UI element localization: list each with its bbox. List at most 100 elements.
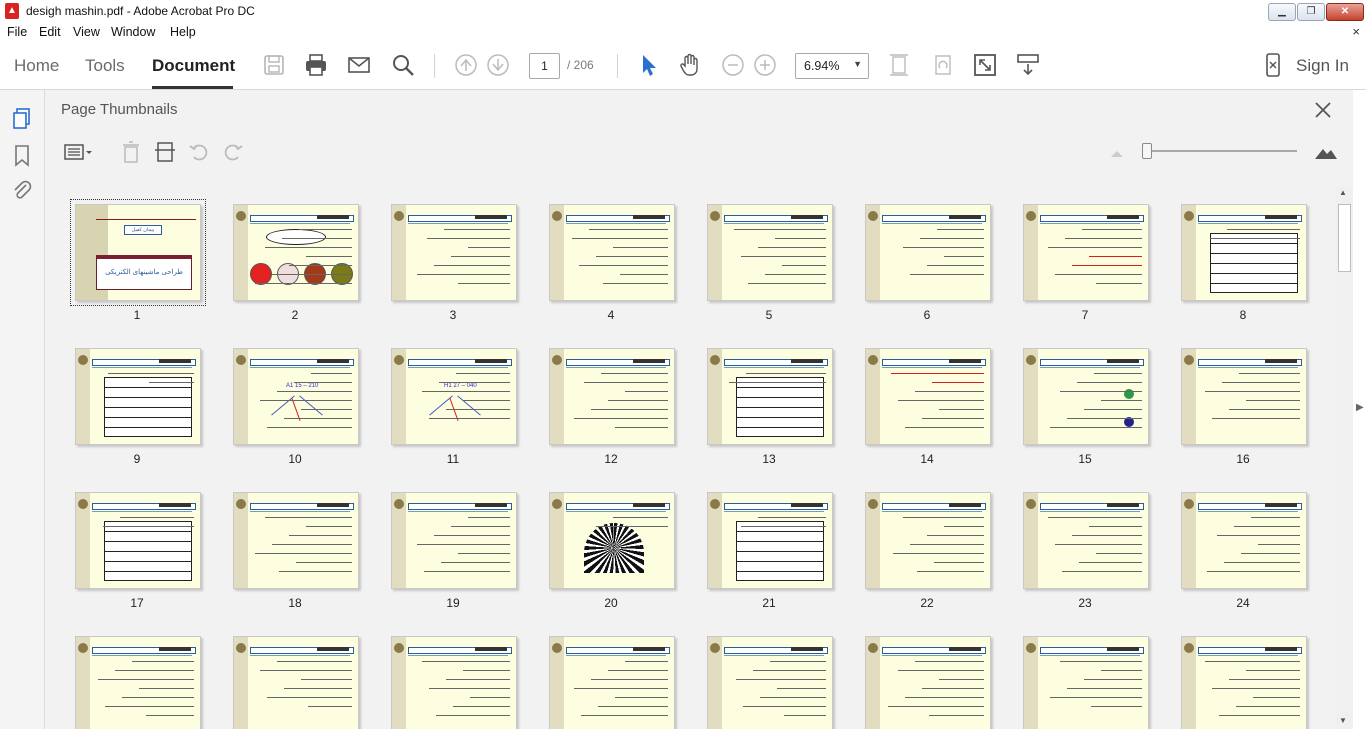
page-number-label: 13 (762, 452, 776, 466)
menu-window[interactable]: Window (111, 25, 155, 39)
text-line (1222, 382, 1300, 383)
attachments-icon[interactable] (10, 178, 34, 202)
search-icon[interactable] (390, 52, 416, 78)
page-thumbnail[interactable]: پيمان کفيل طراحی ماشینهای الکتریکی (70, 199, 206, 306)
small-thumbnail-icon[interactable] (1109, 140, 1125, 164)
page-thumbnail[interactable] (1023, 348, 1149, 445)
menu-edit[interactable]: Edit (39, 25, 61, 39)
page-thumbnail[interactable] (1023, 204, 1149, 301)
slide-header (724, 359, 828, 366)
page-thumbnail[interactable] (707, 348, 833, 445)
thumbnail-size-slider[interactable] (1145, 150, 1297, 152)
page-thumbnail[interactable] (865, 492, 991, 589)
page-thumbnail[interactable] (707, 636, 833, 729)
page-thumbnail[interactable] (75, 348, 201, 445)
delete-icon[interactable] (119, 140, 143, 164)
page-thumbnail[interactable] (549, 348, 675, 445)
page-thumbnail[interactable]: H1 27 – 040 (391, 348, 517, 445)
text-line (903, 247, 984, 248)
scrollbar-thumb[interactable] (1338, 204, 1351, 272)
vertical-scrollbar[interactable]: ▲ ▼ (1335, 186, 1353, 729)
large-thumbnail-icon[interactable] (1313, 140, 1339, 164)
scroll-down-icon[interactable]: ▼ (1339, 716, 1347, 725)
zoom-out-icon[interactable] (720, 52, 746, 78)
page-thumbnail[interactable] (707, 492, 833, 589)
text-line (1096, 283, 1142, 284)
tab-tools[interactable]: Tools (85, 56, 125, 76)
text-line (784, 715, 826, 716)
email-icon[interactable] (346, 52, 372, 78)
page-number-input[interactable]: 1 (529, 53, 560, 79)
slide-header-text (475, 215, 507, 219)
bookmarks-icon[interactable] (10, 143, 34, 167)
page-thumbnail[interactable] (1181, 492, 1307, 589)
fit-page-icon[interactable] (886, 52, 912, 78)
scroll-mode-icon[interactable] (1015, 52, 1041, 78)
page-thumbnail[interactable] (1023, 636, 1149, 729)
expand-right-pane-icon[interactable]: ▶ (1356, 402, 1364, 413)
page-thumbnail[interactable]: A1 15 – 210 (233, 348, 359, 445)
rotate-clockwise-icon[interactable] (221, 140, 245, 164)
page-thumbnail[interactable] (707, 204, 833, 301)
fullscreen-icon[interactable] (972, 52, 998, 78)
page-thumbnail[interactable] (1181, 204, 1307, 301)
zoom-level-select[interactable]: 6.94% ▼ (795, 53, 869, 79)
menu-file[interactable]: File (7, 25, 27, 39)
text-line (920, 238, 984, 239)
page-thumbnail[interactable] (391, 636, 517, 729)
text-line (736, 679, 826, 680)
text-line (301, 409, 352, 410)
toolbar-separator (617, 54, 618, 78)
sign-in-link[interactable]: Sign In (1296, 56, 1349, 76)
options-menu-icon[interactable] (63, 140, 95, 164)
page-thumbnail[interactable] (233, 636, 359, 729)
page-thumbnail[interactable] (549, 204, 675, 301)
page-thumbnail[interactable] (865, 636, 991, 729)
text-line (296, 562, 352, 563)
close-document-icon[interactable]: × (1352, 24, 1360, 39)
rotate-counterclockwise-icon[interactable] (187, 140, 211, 164)
page-thumbnail[interactable] (549, 492, 675, 589)
print-icon[interactable] (303, 52, 329, 78)
page-thumbnail[interactable] (865, 204, 991, 301)
tab-home[interactable]: Home (14, 56, 59, 76)
page-thumbnail[interactable] (75, 492, 201, 589)
select-tool-icon[interactable] (636, 52, 662, 78)
scroll-up-icon[interactable]: ▲ (1339, 188, 1347, 197)
page-thumbnail[interactable] (391, 204, 517, 301)
restore-button[interactable]: ❐ (1297, 3, 1325, 21)
text-line (898, 400, 984, 401)
close-icon[interactable] (1313, 100, 1333, 120)
mobile-link-icon[interactable] (1260, 52, 1286, 78)
page-thumbnail[interactable] (1023, 492, 1149, 589)
text-line (1089, 526, 1142, 527)
logo-icon (394, 355, 404, 365)
page-thumbnail[interactable] (233, 492, 359, 589)
page-thumbnail[interactable] (1181, 636, 1307, 729)
hand-tool-icon[interactable] (677, 52, 703, 78)
minimize-button[interactable]: ▁ (1268, 3, 1296, 21)
page-thumbnail[interactable] (75, 636, 201, 729)
zoom-in-icon[interactable] (752, 52, 778, 78)
tab-document[interactable]: Document (152, 56, 235, 76)
save-icon[interactable] (261, 52, 287, 78)
insert-pages-icon[interactable] (153, 140, 177, 164)
page-thumbnail[interactable] (1181, 348, 1307, 445)
menu-help[interactable]: Help (170, 25, 196, 39)
slider-handle[interactable] (1142, 143, 1152, 159)
text-line (463, 400, 510, 401)
page-thumbnail[interactable] (391, 492, 517, 589)
menu-view[interactable]: View (73, 25, 100, 39)
next-page-icon[interactable] (485, 52, 511, 78)
rotate-icon[interactable] (930, 52, 956, 78)
slide-header-text (1265, 215, 1297, 219)
page-thumbnail[interactable] (549, 636, 675, 729)
page-thumbnail[interactable] (865, 348, 991, 445)
page-thumbnails-icon[interactable] (10, 106, 34, 130)
close-button[interactable]: ✕ (1326, 3, 1364, 21)
page-thumbnail[interactable] (233, 204, 359, 301)
prev-page-icon[interactable] (453, 52, 479, 78)
text-line (929, 715, 984, 716)
header-rule (92, 511, 192, 512)
text-line (115, 670, 194, 671)
